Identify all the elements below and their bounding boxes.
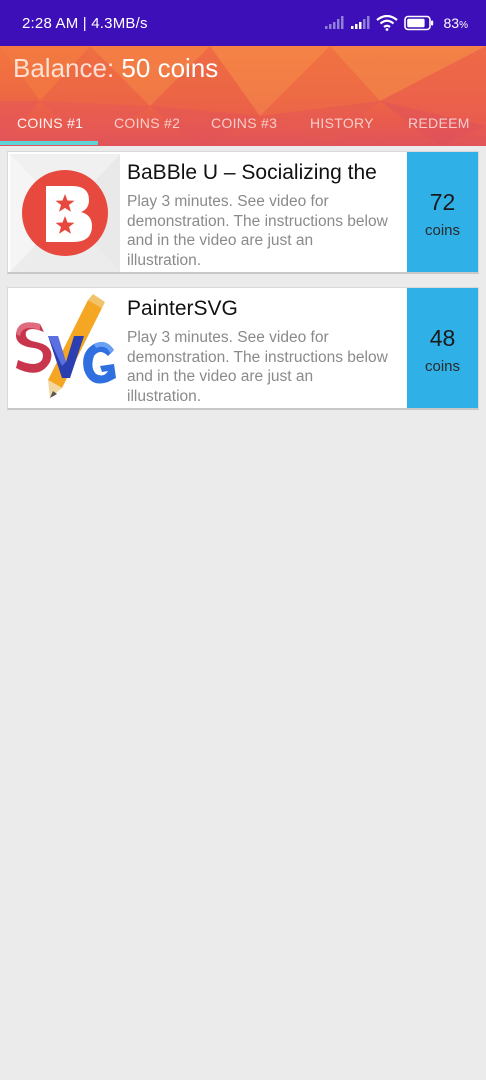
battery-percent: 83% <box>443 15 468 31</box>
balance-value: 50 coins <box>121 53 219 83</box>
paintersvg-logo-icon <box>10 290 120 408</box>
status-time-speed: 2:28 AM | 4.3MB/s <box>22 14 148 32</box>
offer-title: PainterSVG <box>127 297 238 320</box>
wifi-icon <box>375 15 398 31</box>
signal-icon <box>324 16 344 29</box>
status-bar: 2:28 AM | 4.3MB/s 83% <box>0 0 486 46</box>
offer-card[interactable]: BaBBle U – Socializing the Play 3 minute… <box>7 151 479 274</box>
app-header: Balance: 50 coins COINS #1 COINS #2 COIN… <box>0 46 486 146</box>
reward-badge[interactable]: 48 coins <box>407 288 478 408</box>
babble-u-logo-icon <box>10 154 120 272</box>
tab-coins-3[interactable]: COINS #3 <box>211 115 277 131</box>
offer-description: Play 3 minutes. See video for demonstrat… <box>127 329 388 405</box>
balance-label: Balance: <box>13 53 115 83</box>
reward-badge[interactable]: 72 coins <box>407 152 478 272</box>
balance-display: Balance: 50 coins <box>13 53 218 84</box>
tab-bar: COINS #1 COINS #2 COINS #3 HISTORY REDEE… <box>0 101 486 146</box>
reward-unit: coins <box>424 222 461 239</box>
reward-value: 48 <box>429 325 456 351</box>
active-tab-indicator <box>0 141 98 145</box>
reward-unit: coins <box>424 358 461 375</box>
tab-coins-2[interactable]: COINS #2 <box>114 115 180 131</box>
tab-redeem[interactable]: REDEEM <box>408 115 470 131</box>
offer-title: BaBBle U – Socializing the <box>127 161 377 184</box>
status-icons: 83% <box>324 15 468 31</box>
offer-description: Play 3 minutes. See video for demonstrat… <box>127 193 388 269</box>
offer-card[interactable]: PainterSVG Play 3 minutes. See video for… <box>7 287 479 410</box>
battery-icon <box>403 15 433 31</box>
signal-icon-2 <box>350 16 370 29</box>
tab-coins-1[interactable]: COINS #1 <box>17 115 83 131</box>
tab-history[interactable]: HISTORY <box>310 115 374 131</box>
reward-value: 72 <box>429 189 456 215</box>
